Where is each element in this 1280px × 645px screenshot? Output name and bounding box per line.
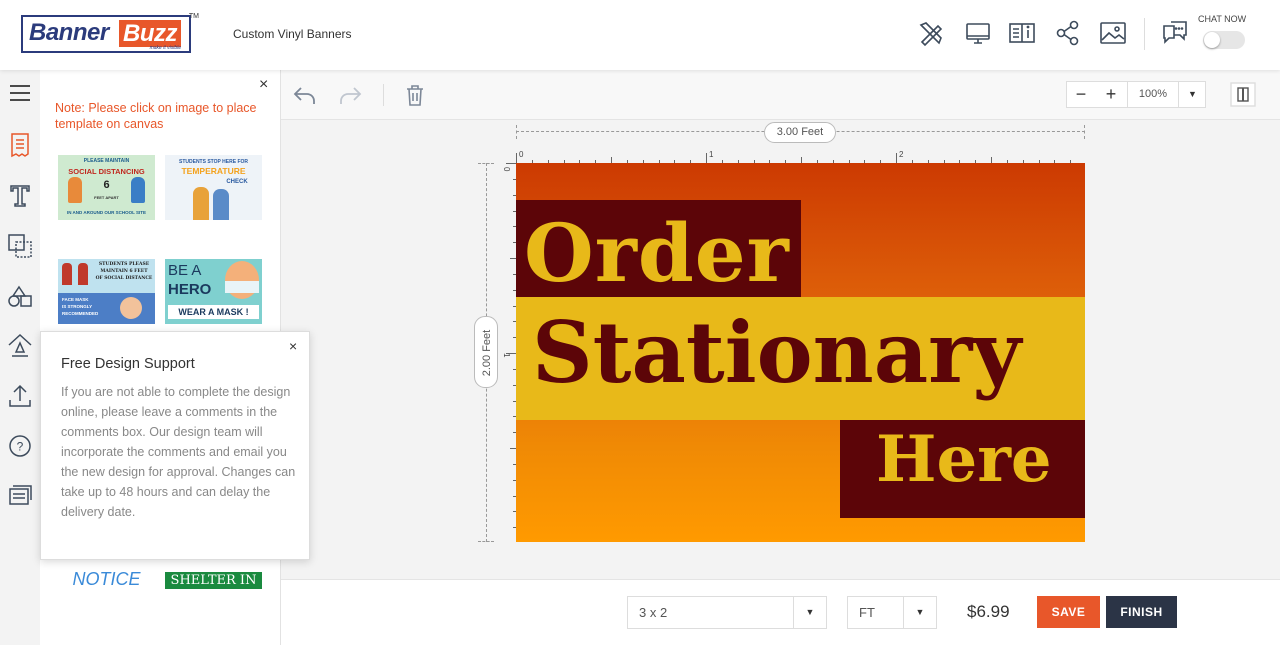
- logo-word-banner: Banner: [29, 19, 109, 46]
- logo-word-buzz: Buzz: [119, 20, 181, 47]
- height-dimension-top-cap: [478, 163, 494, 164]
- price-label: $6.99: [967, 602, 1010, 621]
- panel-close-icon[interactable]: ×: [259, 76, 268, 94]
- shapes-icon[interactable]: [6, 282, 34, 310]
- redo-icon[interactable]: [336, 81, 364, 109]
- split-view-icon[interactable]: [1229, 81, 1257, 108]
- free-design-support-popup: × Free Design Support If you are not abl…: [40, 331, 310, 560]
- template-thumb-be-a-hero[interactable]: BE A HERO WEAR A MASK !: [165, 259, 262, 324]
- chat-icon[interactable]: [1160, 19, 1188, 47]
- bottom-bar: 3 x 2 ▼ FT ▼ $6.99 SAVE FINISH: [281, 579, 1280, 645]
- ruler-top-label-2: 2: [899, 150, 904, 159]
- top-ruler: 0 1 2: [516, 147, 1087, 163]
- canvas-text-stationary[interactable]: Stationary: [532, 303, 1021, 402]
- ruler-left-label-1: 1: [502, 353, 511, 358]
- chat-toggle[interactable]: [1203, 31, 1245, 49]
- upload-icon[interactable]: [6, 382, 34, 410]
- size-select[interactable]: 3 x 2 ▼: [627, 596, 827, 629]
- product-info-icon[interactable]: [1008, 19, 1036, 47]
- help-icon[interactable]: ?: [6, 432, 34, 460]
- canvas-text-here[interactable]: Here: [876, 422, 1052, 497]
- width-dimension: 3.00 Feet: [516, 122, 1085, 143]
- unit-select-value: FT: [859, 605, 875, 620]
- height-dimension-bottom-cap: [478, 541, 494, 542]
- share-icon[interactable]: [1054, 19, 1082, 47]
- size-select-arrow-icon[interactable]: ▼: [793, 597, 826, 628]
- zoom-out-button[interactable]: −: [1067, 82, 1095, 107]
- preview-desktop-icon[interactable]: [964, 19, 992, 47]
- height-label-pill: 2.00 Feet: [474, 316, 498, 388]
- template-thumb-six-feet[interactable]: STUDENTS PLEASE MAINTAIN 6 FEET OF SOCIA…: [58, 259, 155, 324]
- chat-now-label: CHAT NOW: [1198, 14, 1247, 24]
- person-figure-left: [193, 187, 209, 220]
- product-title: Custom Vinyl Banners: [233, 27, 352, 41]
- student-figure-right: [78, 263, 88, 285]
- toolbar-separator: [383, 84, 384, 106]
- design-tools-icon[interactable]: [917, 19, 945, 47]
- hero-face: [225, 261, 259, 299]
- delete-icon[interactable]: [401, 81, 429, 109]
- zoom-control: − + 100% ▼: [1066, 81, 1206, 108]
- save-button[interactable]: SAVE: [1037, 596, 1100, 628]
- comments-icon[interactable]: [6, 481, 34, 509]
- template-thumb-shelter-in-place[interactable]: SHELTER IN: [165, 572, 262, 589]
- logo-trademark: TM: [188, 13, 199, 20]
- top-bar: Banner Buzz make it visible TM Custom Vi…: [0, 0, 1280, 70]
- canvas-text-order[interactable]: Order: [524, 206, 790, 300]
- clipart-icon[interactable]: [6, 232, 34, 260]
- size-select-value: 3 x 2: [639, 605, 668, 620]
- height-dimension: 2.00 Feet: [474, 163, 498, 542]
- left-tool-rail: ?: [0, 70, 40, 645]
- unit-select[interactable]: FT ▼: [847, 596, 937, 629]
- template-thumb-notice[interactable]: NOTICE: [58, 560, 155, 590]
- zoom-in-button[interactable]: +: [1097, 82, 1125, 107]
- person-figure-right: [213, 189, 229, 220]
- background-icon[interactable]: [6, 332, 34, 360]
- zoom-value[interactable]: 100%: [1127, 82, 1179, 107]
- height-label: 2.00 Feet: [481, 329, 493, 377]
- ruler-left-label-0: 0: [502, 167, 511, 172]
- svg-text:?: ?: [17, 440, 24, 454]
- left-ruler: 0 1: [501, 163, 516, 544]
- design-canvas[interactable]: Order Stationary Here: [516, 163, 1085, 542]
- popup-close-icon[interactable]: ×: [289, 338, 297, 354]
- templates-icon[interactable]: [6, 131, 34, 159]
- menu-icon[interactable]: [6, 79, 34, 107]
- template-thumb-social-distancing[interactable]: PLEASE MAINTAIN SOCIAL DISTANCING 6 FEET…: [58, 155, 155, 220]
- logo-tagline: make it visible: [149, 45, 181, 51]
- undo-icon[interactable]: [291, 81, 319, 109]
- bannerbuzz-logo[interactable]: Banner Buzz make it visible TM: [21, 13, 199, 53]
- header-divider: [1144, 18, 1145, 50]
- masked-face: [120, 297, 142, 319]
- width-label: 3.00 Feet: [764, 122, 836, 143]
- kid-figure-left: [68, 177, 82, 203]
- finish-button[interactable]: FINISH: [1106, 596, 1177, 628]
- image-icon[interactable]: [1099, 19, 1127, 47]
- hero-mask: [225, 281, 259, 293]
- kid-figure-right: [131, 177, 145, 203]
- student-figure-left: [62, 263, 72, 285]
- width-dimension-right-cap: [1084, 125, 1085, 139]
- zoom-dropdown-icon[interactable]: ▼: [1179, 82, 1206, 107]
- popup-body: If you are not able to complete the desi…: [61, 385, 296, 519]
- ruler-top-label-1: 1: [709, 150, 714, 159]
- popup-title: Free Design Support: [61, 356, 195, 372]
- text-icon[interactable]: [6, 182, 34, 210]
- canvas-toolbar: − + 100% ▼: [281, 70, 1280, 120]
- chat-toggle-knob: [1204, 32, 1220, 48]
- templates-note: Note: Please click on image to place tem…: [55, 101, 257, 131]
- ruler-top-label-0: 0: [519, 150, 524, 159]
- unit-select-arrow-icon[interactable]: ▼: [903, 597, 936, 628]
- width-dimension-left-cap: [516, 125, 517, 139]
- template-thumb-temperature[interactable]: STUDENTS STOP HERE FOR TEMPERATURE CHECK: [165, 155, 262, 220]
